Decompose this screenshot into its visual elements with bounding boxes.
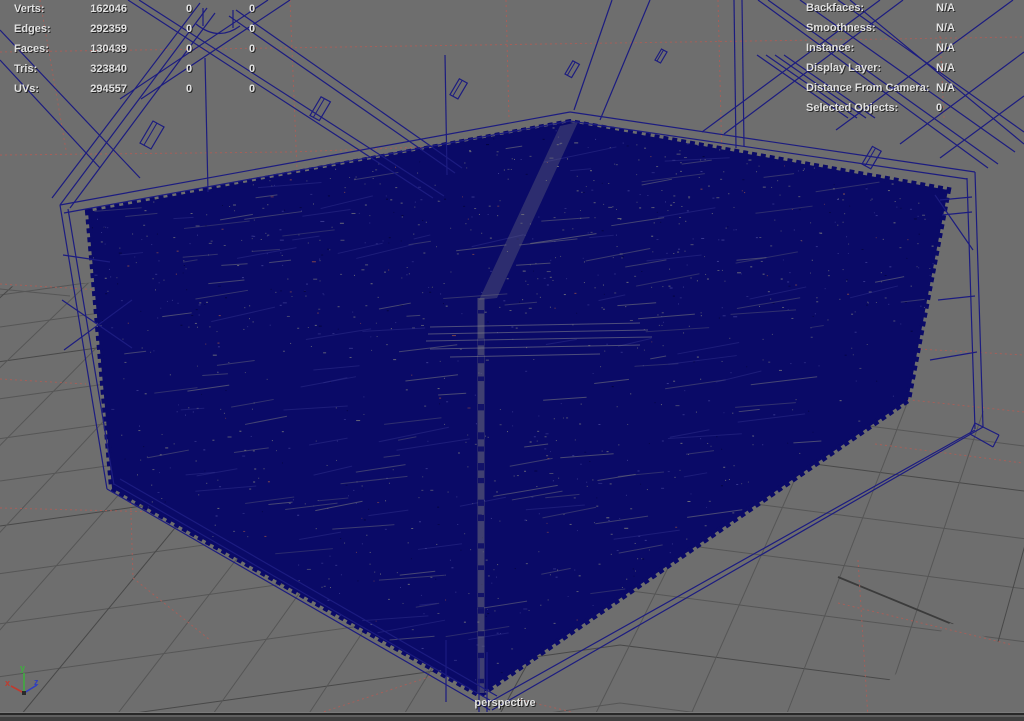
- hud-label: Backfaces:: [806, 2, 864, 14]
- axis-x-label: x: [5, 678, 10, 688]
- hud-value: 0: [182, 83, 196, 95]
- hud-label: Instance:: [806, 42, 854, 54]
- hud-value: 0: [245, 23, 259, 35]
- axis-y-label: y: [20, 663, 25, 673]
- hud-value: N/A: [936, 62, 955, 74]
- hud-label: Distance From Camera:: [806, 82, 930, 94]
- axis-origin: [22, 691, 26, 695]
- hud-label: Display Layer:: [806, 62, 881, 74]
- hud-value: 0: [936, 102, 942, 114]
- panel-bottom-border: [0, 712, 1024, 721]
- hud-value: 0: [245, 63, 259, 75]
- hud-label: Faces:: [14, 43, 49, 55]
- hud-label: Smoothness:: [806, 22, 876, 34]
- mesh-wireframe-dense: [88, 122, 948, 695]
- view-axis-gizmo[interactable]: x y z: [0, 660, 60, 712]
- hud-label: Edges:: [14, 23, 51, 35]
- hud-label: UVs:: [14, 83, 39, 95]
- hud-value: 0: [245, 43, 259, 55]
- hud-value: 323840: [56, 63, 127, 75]
- hud-value: 0: [182, 63, 196, 75]
- hud-value: 0: [182, 23, 196, 35]
- hud-value: N/A: [936, 2, 955, 14]
- hud-value: 0: [245, 83, 259, 95]
- viewport[interactable]: Verts: 162046 0 0 Edges: 292359 0 0 Face…: [0, 0, 1024, 721]
- hud-value: 0: [182, 3, 196, 15]
- hud-value: N/A: [936, 22, 955, 34]
- hud-value: 292359: [56, 23, 127, 35]
- hud-label: Selected Objects:: [806, 102, 898, 114]
- axis-z-label: z: [34, 677, 39, 687]
- hud-label: Verts:: [14, 3, 45, 15]
- camera-name-label: perspective: [460, 697, 550, 709]
- hud-value: 130439: [56, 43, 127, 55]
- hud-value: 162046: [56, 3, 127, 15]
- hud-value: 0: [245, 3, 259, 15]
- hud-value: 0: [182, 43, 196, 55]
- hud-label: Tris:: [14, 63, 37, 75]
- hud-value: 294557: [56, 83, 127, 95]
- hud-value: N/A: [936, 42, 955, 54]
- hud-value: N/A: [936, 82, 955, 94]
